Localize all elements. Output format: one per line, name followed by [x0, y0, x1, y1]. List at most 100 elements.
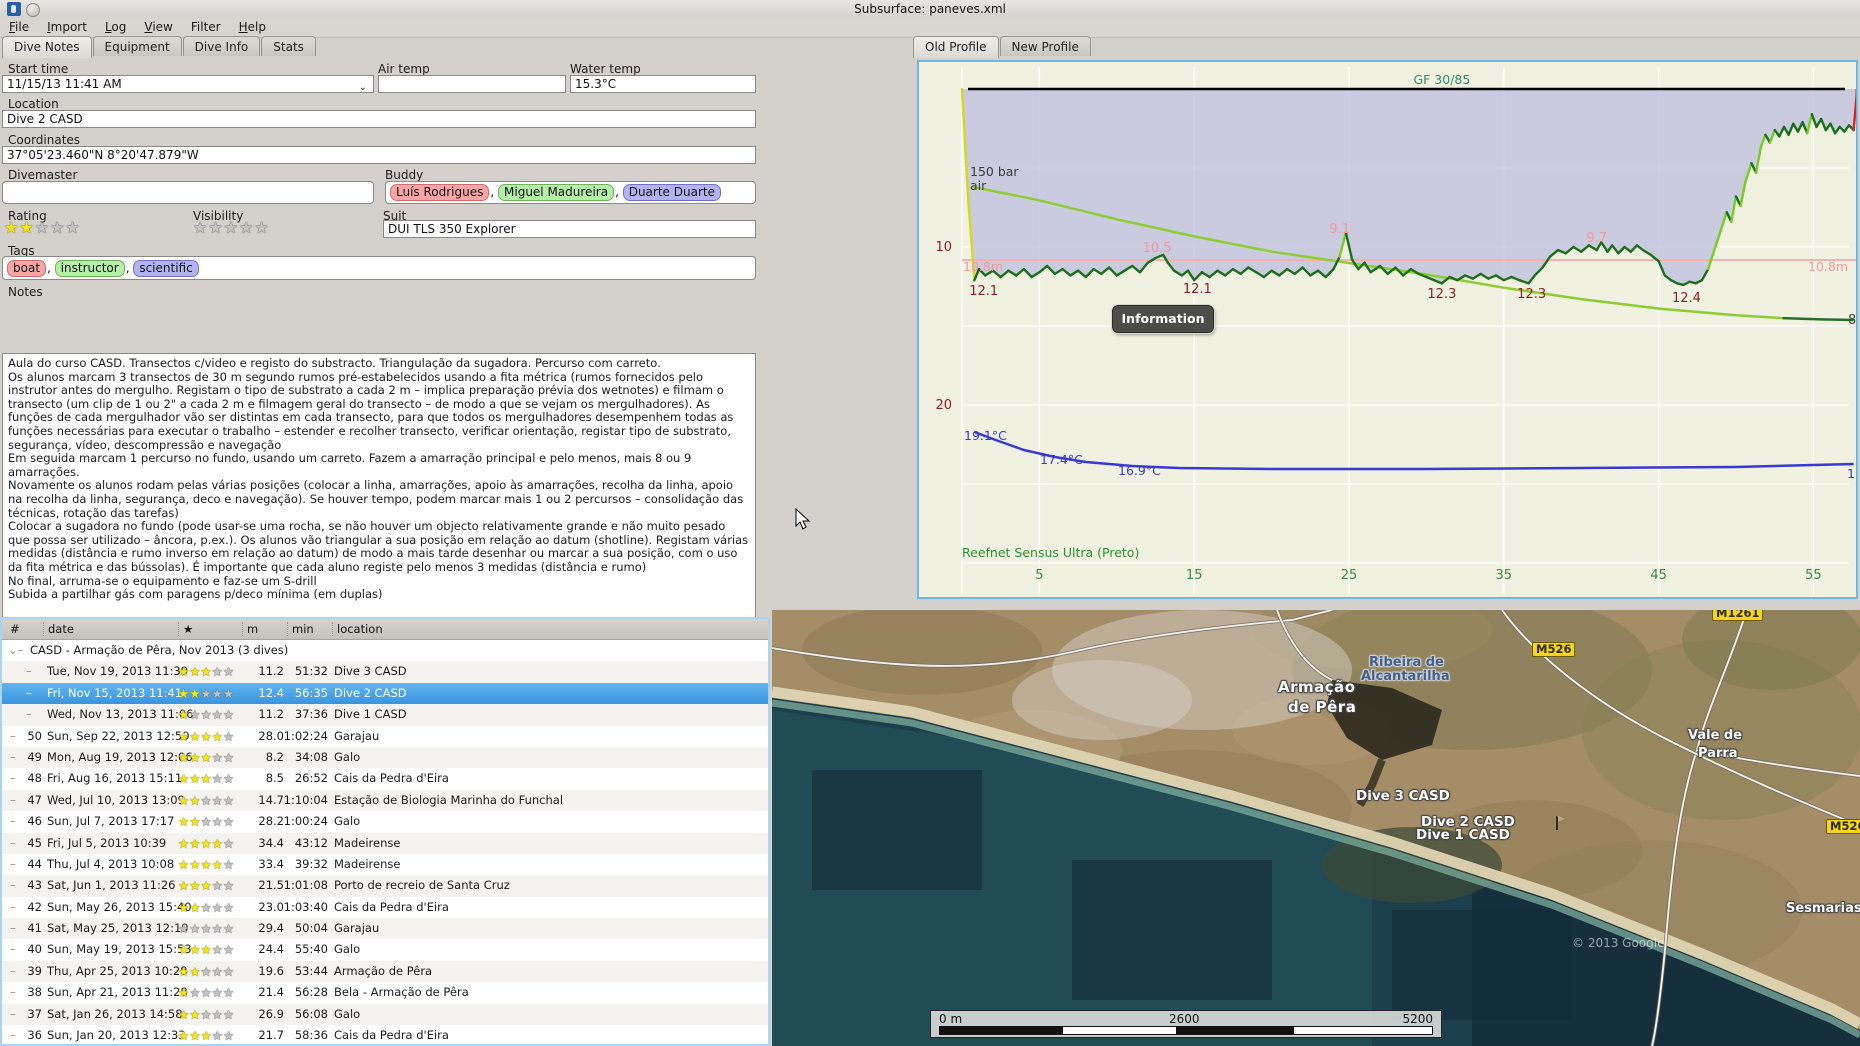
scale-zero: 0 m: [939, 1012, 963, 1026]
svg-text:17.4°C: 17.4°C: [1040, 452, 1083, 467]
divemaster-input[interactable]: [2, 181, 374, 204]
tags-input[interactable]: boat, instructor, scientific: [2, 256, 756, 280]
rating-stars[interactable]: ★★★★★: [4, 218, 81, 237]
map-copyright: © 2013 Google: [1572, 936, 1665, 950]
dive-list: # date ★ m min location ⌄– CASD - Armação de P…: [0, 617, 770, 1046]
road-badge-icon: M1261: [1712, 610, 1764, 621]
tab-new-profile[interactable]: New Profile: [999, 36, 1091, 56]
map-scale-bar: 0 m 2600 5200: [930, 1010, 1442, 1038]
profile-plot: GF 30/85 10 20 5 15 25 35 45 55 150 barair 80 12.1 1…: [935, 67, 1860, 595]
dive-list-header[interactable]: # date ★ m min location: [2, 619, 768, 640]
dive-list-body: ⌄– CASD - Armação de Pêra, Nov 2013 (3 di…: [2, 640, 768, 1044]
tab-stats[interactable]: Stats: [261, 36, 316, 56]
table-row[interactable]: –36 Sun, Jan 20, 2013 12:33 ★★★★★ 21.7 58:36…: [2, 1025, 768, 1044]
tab-dive-notes[interactable]: Dive Notes: [2, 36, 92, 58]
table-row[interactable]: –47 Wed, Jul 10, 2013 13:09 ★★★★★ 14.7 1:10:…: [2, 789, 768, 812]
map-water-label: Alcantarilha: [1361, 669, 1450, 684]
scale-segments: [939, 1026, 1433, 1035]
table-row[interactable]: –44 Thu, Jul 4, 2013 10:08 ★★★★★ 33.4 39:32 M…: [2, 854, 768, 875]
table-row[interactable]: –42 Sun, May 26, 2013 15:40 ★★★★★ 23.0 1:03:…: [2, 897, 768, 918]
table-row[interactable]: –49 Mon, Aug 19, 2013 12:06 ★★★★★ 8.2 34:08 G…: [2, 746, 768, 769]
tab-dive-info[interactable]: Dive Info: [182, 36, 261, 56]
air-temp-input[interactable]: [378, 75, 566, 93]
suit-input[interactable]: DUI TLS 350 Explorer: [383, 220, 756, 238]
start-time-input[interactable]: 11/15/13 11:41 AM ⌄: [2, 75, 374, 93]
table-row[interactable]: – Fri, Nov 15, 2013 11:41 ★★★★★ 12.4 56:35 Di…: [2, 682, 768, 705]
column-header-4[interactable]: min: [287, 622, 314, 636]
road-badge-icon: M526: [1532, 642, 1576, 657]
svg-text:Reefnet Sensus Ultra (Preto): Reefnet Sensus Ultra (Preto): [962, 545, 1139, 560]
table-row[interactable]: –39 Thu, Apr 25, 2013 10:28 ★★★★★ 19.6 53:44…: [2, 960, 768, 983]
table-row[interactable]: – Tue, Nov 19, 2013 11:39 ★★★★★ 11.2 51:32 Di…: [2, 661, 768, 683]
menu-import[interactable]: Import: [38, 18, 96, 37]
map-place-label: de Pêra: [1288, 698, 1357, 716]
buddy-input[interactable]: Luís Rodrigues, Miguel Madureira, Duarte…: [385, 181, 756, 204]
menu-view[interactable]: View: [135, 18, 181, 37]
dive-site-label: Dive 1 CASD: [1416, 827, 1510, 843]
svg-text:12.1: 12.1: [969, 284, 998, 299]
svg-text:45: 45: [1650, 568, 1667, 583]
menu-help[interactable]: Help: [230, 18, 275, 37]
dive-site-map[interactable]: Armação de Pêra Vale de Parra Sesmarias Ribei…: [772, 610, 1860, 1046]
table-row[interactable]: –46 Sun, Jul 7, 2013 17:17 ★★★★★ 28.2 1:00:2…: [2, 811, 768, 832]
visibility-stars[interactable]: ★★★★★: [193, 218, 270, 237]
notes-textarea[interactable]: Aula do curso CASD. Transectos c/video e…: [2, 353, 756, 662]
svg-text:9.7: 9.7: [1586, 231, 1607, 246]
tab-old-profile[interactable]: Old Profile: [913, 36, 999, 58]
column-header-0[interactable]: #: [6, 622, 20, 636]
menu-filter[interactable]: Filter: [182, 18, 230, 37]
table-row[interactable]: –38 Sun, Apr 21, 2013 11:28 ★★★★★ 21.4 56:28…: [2, 982, 768, 1003]
table-row[interactable]: – Wed, Nov 13, 2013 11:06 ★★★★★ 11.2 37:36 Di…: [2, 704, 768, 726]
svg-text:12.4: 12.4: [1672, 291, 1701, 306]
table-row[interactable]: –45 Fri, Jul 5, 2013 10:39 ★★★★★ 34.4 43:12 M…: [2, 832, 768, 854]
coordinates-input[interactable]: 37°05'23.460"N 8°20'47.879"W: [2, 146, 756, 164]
svg-text:10.8m: 10.8m: [963, 259, 1003, 274]
dive-profile-chart: GF 30/85 10 20 5 15 25 35 45 55 150 barair 80 12.1 1…: [917, 60, 1860, 599]
svg-text:12.3: 12.3: [1517, 287, 1546, 302]
svg-text:12.1: 12.1: [1183, 282, 1212, 297]
trip-group-row[interactable]: ⌄– CASD - Armação de Pêra, Nov 2013 (3 di…: [2, 640, 768, 661]
notes-label: Notes: [8, 285, 43, 299]
column-header-1[interactable]: date: [43, 622, 74, 636]
menu-bar: File Import Log View Filter Help: [0, 18, 1860, 38]
menu-log[interactable]: Log: [96, 18, 135, 37]
information-button[interactable]: Information: [1111, 304, 1215, 334]
divemaster-label: Divemaster: [8, 168, 78, 182]
badge-scientific: scientific: [133, 260, 199, 277]
svg-text:12.3: 12.3: [1427, 287, 1456, 302]
water-temp-input[interactable]: 15.3°C: [570, 75, 756, 93]
svg-text:GF 30/85: GF 30/85: [1413, 72, 1470, 87]
satellite-imagery: [772, 610, 1860, 1046]
road-badge-icon: M526: [1826, 819, 1860, 834]
location-input[interactable]: Dive 2 CASD: [2, 110, 756, 128]
chevron-down-icon[interactable]: ⌄: [359, 80, 367, 95]
left-tab-bar: Dive Notes Equipment Dive Info Stats: [2, 36, 317, 58]
badge-duarte-duarte: Duarte Duarte: [622, 184, 721, 201]
table-row[interactable]: –40 Sun, May 19, 2013 15:53 ★★★★★ 24.4 55:40…: [2, 939, 768, 960]
column-header-2[interactable]: ★: [178, 622, 193, 636]
badge-boat: boat: [7, 260, 47, 277]
map-place-label: Parra: [1698, 746, 1738, 761]
title-bar[interactable]: Subsurface: paneves.xml: [0, 0, 1860, 18]
table-row[interactable]: –41 Sat, May 25, 2013 12:19 ★★★★★ 29.4 50:04…: [2, 918, 768, 940]
table-row[interactable]: –43 Sat, Jun 1, 2013 11:26 ★★★★★ 21.5 1:01:0…: [2, 875, 768, 897]
menu-file[interactable]: File: [0, 18, 38, 37]
svg-text:5: 5: [1035, 568, 1043, 583]
water-temp-label: Water temp: [570, 62, 641, 76]
table-row[interactable]: –37 Sat, Jan 26, 2013 14:58 ★★★★★ 26.9 56:08…: [2, 1003, 768, 1026]
svg-text:55: 55: [1805, 568, 1822, 583]
tab-equipment[interactable]: Equipment: [92, 36, 182, 56]
mouse-cursor: [795, 508, 811, 530]
column-header-5[interactable]: location: [332, 622, 383, 636]
column-header-3[interactable]: m: [242, 622, 258, 636]
window-title: Subsurface: paneves.xml: [854, 2, 1006, 16]
svg-text:25: 25: [1341, 568, 1358, 583]
badge-luís-rodrigues: Luís Rodrigues: [390, 184, 490, 201]
scale-mid: 2600: [1169, 1012, 1200, 1026]
table-row[interactable]: –48 Fri, Aug 16, 2013 15:11 ★★★★★ 8.5 26:52 C…: [2, 768, 768, 789]
profile-tab-bar: Old Profile New Profile: [913, 36, 1092, 58]
badge-instructor: instructor: [54, 260, 125, 277]
svg-text:9.1: 9.1: [1329, 222, 1350, 237]
table-row[interactable]: –50 Sun, Sep 22, 2013 12:59 ★★★★★ 28.0 1:02:…: [2, 726, 768, 747]
dive-notes-panel: Start time 11/15/13 11:41 AM ⌄ Air temp …: [0, 57, 760, 662]
